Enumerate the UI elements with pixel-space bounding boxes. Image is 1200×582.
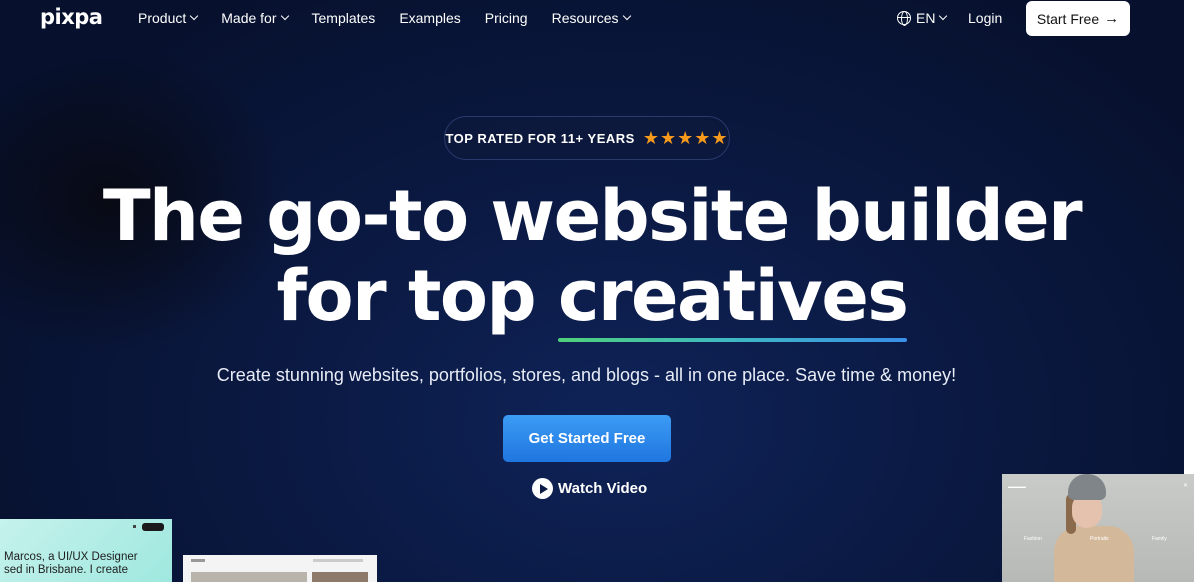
start-free-label: Start Free	[1036, 10, 1100, 27]
portfolio-category: Fashion	[1024, 536, 1042, 542]
arrow-right-icon: →	[1104, 10, 1120, 27]
headline-prefix: for top	[276, 255, 558, 337]
portrait-photo	[1054, 474, 1134, 582]
star-icon: ★	[694, 128, 711, 148]
preview-card-gallery	[183, 555, 377, 582]
mini-menu	[313, 559, 363, 562]
landing-page: pixpa Product Made for Templates Example…	[0, 0, 1200, 582]
mini-button	[142, 523, 164, 531]
start-free-button[interactable]: Start Free →	[1026, 1, 1130, 36]
top-rated-badge: TOP RATED FOR 11+ YEARS ★ ★ ★ ★ ★	[444, 116, 730, 160]
play-icon	[532, 478, 553, 499]
watch-video-button[interactable]: Watch Video	[532, 478, 647, 499]
portfolio-category: Portraits	[1090, 536, 1109, 542]
nav-made-for[interactable]: Made for	[221, 10, 289, 26]
nav-pricing[interactable]: Pricing	[485, 10, 528, 26]
headline-line-2: for top creatives	[0, 255, 1184, 342]
mini-logo	[191, 559, 205, 562]
nav-resources[interactable]: Resources	[552, 10, 631, 26]
globe-icon	[897, 11, 911, 26]
gallery-image	[312, 572, 368, 582]
top-navigation: pixpa Product Made for Templates Example…	[0, 0, 1184, 36]
headline-emphasis: creatives	[558, 256, 909, 342]
nav-examples[interactable]: Examples	[399, 10, 460, 26]
language-selector[interactable]: EN	[897, 10, 948, 26]
gallery-image	[191, 572, 307, 582]
pixpa-logo[interactable]: pixpa	[40, 5, 103, 29]
star-icon: ★	[711, 128, 728, 148]
get-started-free-button[interactable]: Get Started Free	[503, 415, 671, 462]
star-icon: ★	[642, 128, 659, 148]
portfolio-category: Family	[1152, 536, 1167, 542]
photo-sweater	[1054, 526, 1134, 582]
chevron-down-icon	[939, 11, 948, 21]
rating-stars: ★ ★ ★ ★ ★	[643, 129, 729, 147]
gradient-underline	[558, 338, 908, 342]
chevron-down-icon	[622, 11, 631, 21]
language-label: EN	[916, 10, 936, 26]
watch-video-label: Watch Video	[558, 480, 648, 497]
photo-hat	[1068, 474, 1106, 500]
hero-headline: The go-to website builder for top creati…	[0, 175, 1184, 342]
login-link[interactable]: Login	[968, 10, 1002, 26]
badge-text: TOP RATED FOR 11+ YEARS	[445, 130, 635, 146]
headline-line-1: The go-to website builder	[102, 175, 1083, 257]
nav-templates[interactable]: Templates	[312, 10, 376, 26]
preview-card-text: Marcos, a UI/UX Designer sed in Brisbane…	[4, 551, 138, 576]
nav-links: Product Made for Templates Examples Pric…	[138, 10, 654, 26]
star-icon: ★	[659, 128, 677, 148]
mini-nav-dot	[133, 525, 136, 528]
preview-card-designer: Marcos, a UI/UX Designer sed in Brisbane…	[0, 519, 172, 582]
mini-brand: ▬▬▬▬	[1008, 484, 1026, 489]
preview-card-portrait: ▬▬▬▬ ✕ Fashion Portraits Family	[1002, 474, 1194, 582]
nav-product[interactable]: Product	[138, 10, 199, 26]
hero-subheadline: Create stunning websites, portfolios, st…	[216, 365, 957, 385]
chevron-down-icon	[280, 11, 289, 21]
star-icon: ★	[677, 128, 694, 148]
close-icon: ✕	[1182, 483, 1188, 489]
chevron-down-icon	[190, 11, 199, 21]
